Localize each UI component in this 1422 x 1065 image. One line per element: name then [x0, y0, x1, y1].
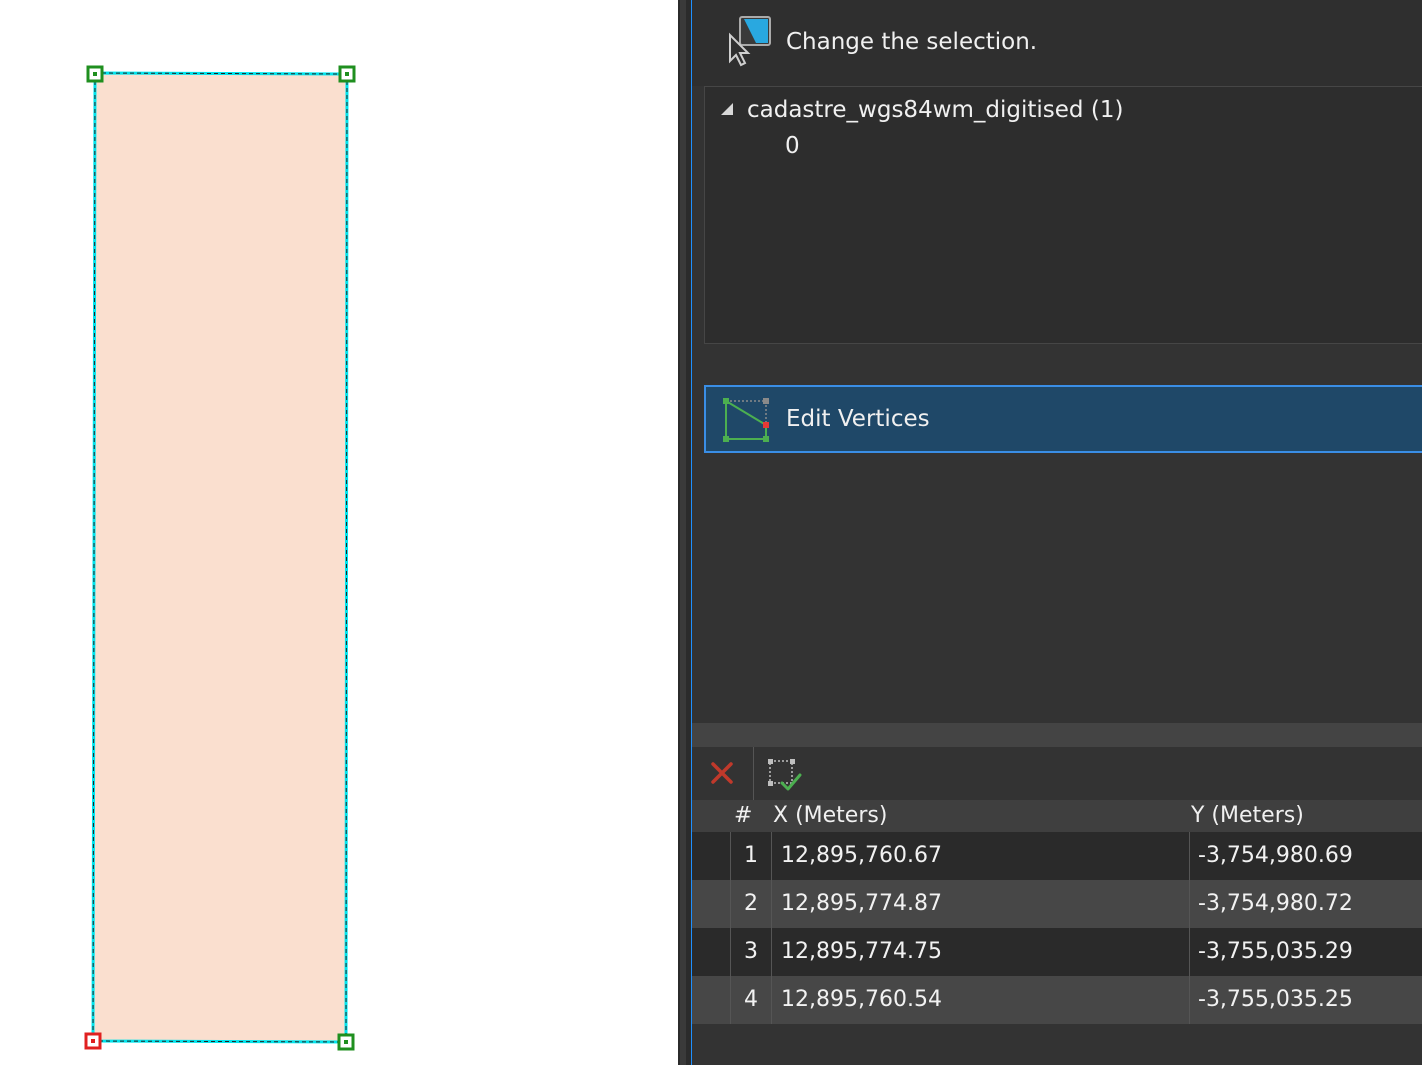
parcel-polygon[interactable] — [91, 71, 349, 1044]
table-empty-area — [692, 1024, 1422, 1065]
column-header-y[interactable]: Y (Meters) — [1191, 803, 1304, 828]
tree-layer-label[interactable]: cadastre_wgs84wm_digitised (1) — [747, 97, 1123, 123]
toolbar-separator — [753, 747, 754, 800]
vertex-y-cell[interactable]: -3,754,980.72 — [1198, 880, 1353, 928]
vertex-table: # X (Meters) Y (Meters) 1 12,895,760.67 … — [692, 800, 1422, 1024]
vertex-handle-1[interactable] — [86, 65, 104, 83]
vertex-handle-4-active[interactable] — [84, 1032, 102, 1050]
vertex-x-cell[interactable]: 12,895,760.54 — [781, 976, 942, 1024]
edit-vertices-label: Edit Vertices — [786, 406, 930, 432]
row-selector[interactable] — [692, 928, 730, 976]
collapse-triangle-icon[interactable] — [721, 103, 733, 115]
vertex-y-cell[interactable]: -3,755,035.29 — [1198, 928, 1353, 976]
delete-x-icon[interactable] — [702, 755, 742, 793]
vertex-x-cell[interactable]: 12,895,774.75 — [781, 928, 942, 976]
column-header-index[interactable]: # — [734, 803, 752, 828]
instruction-bar: Change the selection. — [692, 0, 1422, 86]
vertex-y-cell[interactable]: -3,755,035.25 — [1198, 976, 1353, 1024]
vertex-x-cell[interactable]: 12,895,774.87 — [781, 880, 942, 928]
table-row[interactable]: 3 12,895,774.75 -3,755,035.29 — [692, 928, 1422, 976]
vertex-x-cell[interactable]: 12,895,760.67 — [781, 832, 942, 880]
edit-vertices-tool-button[interactable]: Edit Vertices — [704, 385, 1422, 453]
vertex-number: 1 — [730, 832, 772, 880]
row-selector[interactable] — [692, 832, 730, 880]
vertex-toolbar — [692, 747, 1422, 800]
vertex-number: 2 — [730, 880, 772, 928]
selection-tree[interactable]: cadastre_wgs84wm_digitised (1) 0 — [704, 86, 1422, 344]
column-header-x[interactable]: X (Meters) — [773, 803, 887, 828]
vertex-number: 4 — [730, 976, 772, 1024]
table-row[interactable]: 1 12,895,760.67 -3,754,980.69 — [692, 832, 1422, 880]
instruction-text: Change the selection. — [786, 29, 1038, 55]
vertex-handle-2[interactable] — [338, 65, 356, 83]
edit-vertices-pane: Change the selection. cadastre_wgs84wm_d… — [692, 0, 1422, 1065]
row-selector[interactable] — [692, 880, 730, 928]
map-canvas[interactable] — [0, 0, 678, 1065]
table-row[interactable]: 2 12,895,774.87 -3,754,980.72 — [692, 880, 1422, 928]
pane-splitter[interactable] — [678, 0, 692, 1065]
tree-feature-item[interactable]: 0 — [785, 133, 800, 159]
pointer-select-icon — [729, 16, 771, 67]
table-row[interactable]: 4 12,895,760.54 -3,755,035.25 — [692, 976, 1422, 1024]
edit-vertices-icon — [723, 398, 769, 442]
vertex-y-cell[interactable]: -3,754,980.69 — [1198, 832, 1353, 880]
vertex-handle-3[interactable] — [337, 1033, 355, 1051]
row-selector[interactable] — [692, 976, 730, 1024]
pane-divider-band — [692, 723, 1422, 747]
table-header: # X (Meters) Y (Meters) — [692, 800, 1422, 832]
vertex-number: 3 — [730, 928, 772, 976]
map-view[interactable] — [0, 0, 678, 1065]
finish-sketch-icon[interactable] — [764, 755, 804, 793]
